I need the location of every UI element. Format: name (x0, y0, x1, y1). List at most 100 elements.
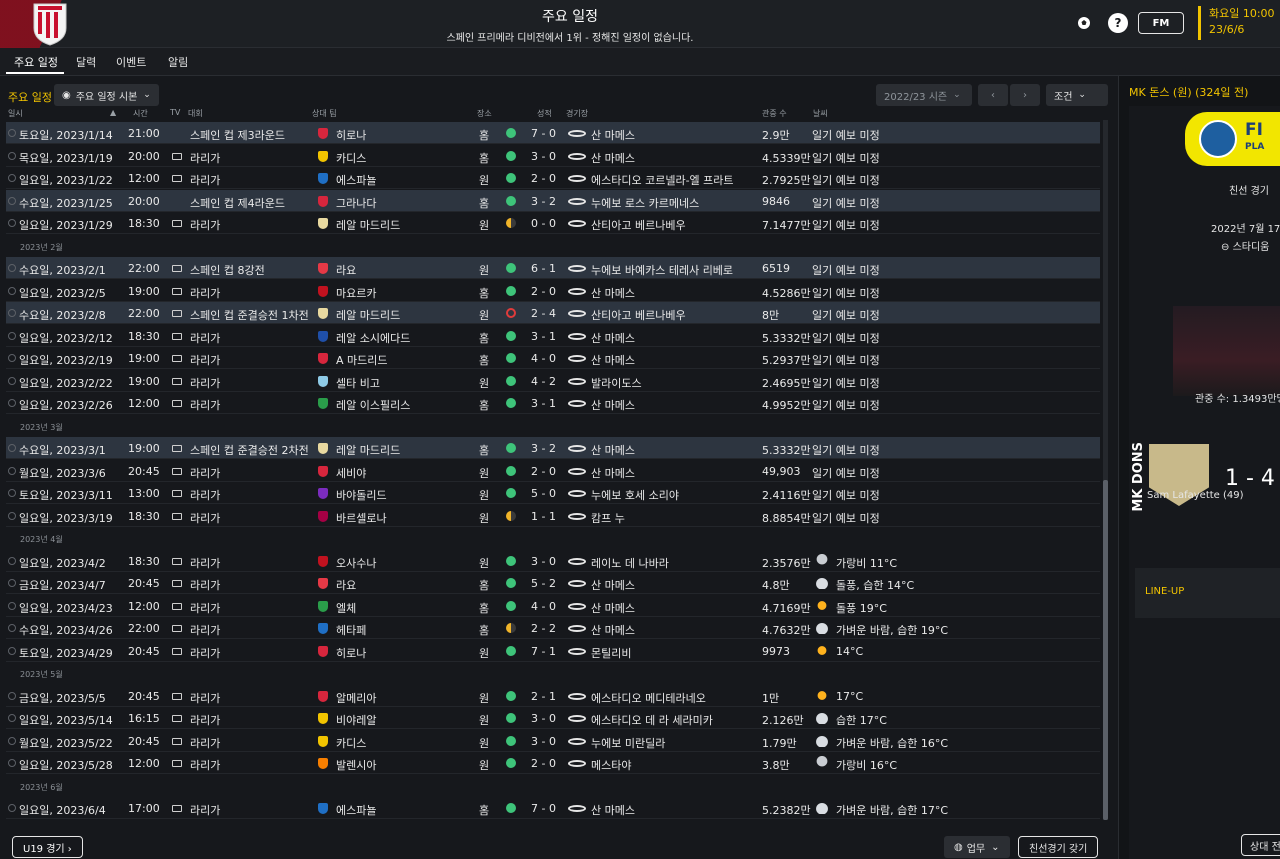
goal-scorer: Sam Lafayette (49) (1147, 490, 1244, 501)
team-crest-icon[interactable] (318, 285, 328, 297)
col-attendance[interactable]: 관중 수 (762, 108, 787, 119)
fixture-row[interactable]: 토요일, 2023/1/14 21:00 스페인 컵 제3라운드 히로나 홈 7 - 0 산… (6, 122, 1100, 144)
scrollbar[interactable] (1103, 120, 1108, 820)
fixture-row[interactable]: 수요일, 2023/4/26 22:00 라리가 헤타페 홈 2 - 2 산 마메스 4.76… (6, 617, 1100, 639)
fixture-opponent: 히로나 (336, 646, 367, 660)
current-date: 23/6/6 (1209, 23, 1245, 36)
team-crest-icon[interactable] (318, 803, 328, 814)
arrange-friendly-button[interactable]: 친선경기 갖기 (1018, 836, 1099, 858)
col-stadium[interactable]: 경기장 (566, 108, 588, 119)
u19-matches-button[interactable]: U19 경기 › (12, 836, 83, 858)
next-button[interactable]: › (1010, 84, 1040, 106)
fixture-row[interactable]: 일요일, 2023/4/2 18:30 라리가 오사수나 원 3 - 0 레이노 데 나바라… (6, 550, 1100, 572)
team-crest-icon[interactable] (318, 690, 328, 702)
result-indicator-icon (506, 330, 516, 341)
col-tv[interactable]: TV (170, 108, 180, 117)
fixture-row[interactable]: 일요일, 2023/5/28 12:00 라리가 발렌시아 원 2 - 0 메스타야 3.8만… (6, 752, 1100, 774)
prev-button[interactable]: ‹ (978, 84, 1008, 106)
business-button[interactable]: ◍ 업무 ⌄ (944, 836, 1010, 858)
team-crest-icon[interactable] (318, 218, 328, 229)
fixture-stadium: 캄프 누 (591, 511, 625, 525)
team-crest-icon[interactable] (318, 578, 328, 589)
team-crest-icon[interactable] (318, 353, 328, 364)
fixture-competition: 라리가 (190, 624, 221, 637)
team-crest-icon[interactable] (318, 195, 328, 207)
team-crest-icon[interactable] (318, 645, 328, 657)
fixture-row[interactable]: 일요일, 2023/2/26 12:00 라리가 레알 이스필리스 홈 3 - 1 산 마메… (6, 392, 1100, 414)
team-crest-icon[interactable] (318, 465, 328, 477)
col-date[interactable]: 일시 (8, 108, 23, 119)
team-crest-icon[interactable] (318, 173, 328, 184)
view-button[interactable]: ◉ 주요 일정 시본 ⌄ (54, 84, 159, 106)
fixture-row[interactable]: 월요일, 2023/3/6 20:45 라리가 세비야 원 2 - 0 산 마메스 49,90… (6, 460, 1100, 482)
team-crest-icon[interactable] (318, 308, 328, 319)
fixture-row[interactable]: 일요일, 2023/5/14 16:15 라리가 비야레알 원 3 - 0 에스타디오 데 … (6, 707, 1100, 729)
fixture-row[interactable]: 일요일, 2023/4/23 12:00 라리가 엘체 홈 4 - 0 산 마메스 4.716… (6, 595, 1100, 617)
season-select[interactable]: 2022/23 시즌 ⌄ (876, 84, 972, 106)
fixture-row[interactable]: 금요일, 2023/4/7 20:45 라리가 라요 홈 5 - 2 산 마메스 4.8만 돌풍… (6, 572, 1100, 594)
team-crest-icon[interactable] (318, 600, 328, 612)
team-crest-icon[interactable] (318, 623, 328, 634)
team-crest-icon[interactable] (318, 555, 328, 567)
col-competition[interactable]: 대회 (188, 108, 203, 119)
team-crest-icon[interactable] (318, 713, 328, 724)
fm-button[interactable]: FM (1138, 12, 1184, 34)
fixture-row[interactable]: 일요일, 2023/1/29 18:30 라리가 레알 마드리드 원 0 - 0 산티아고 … (6, 212, 1100, 234)
fixture-row[interactable]: 일요일, 2023/6/4 17:00 라리가 에스파뇰 홈 7 - 0 산 마메스 5.23… (6, 797, 1100, 819)
date-box[interactable]: 화요일 10:00 23/6/6 (1198, 6, 1278, 40)
team-crest-icon[interactable] (318, 758, 328, 769)
col-time[interactable]: 시간 (133, 108, 148, 119)
fixture-competition: 스페인 컵 준결승전 1차전 (190, 309, 309, 322)
fixture-row[interactable]: 수요일, 2023/1/25 20:00 스페인 컵 제4라운드 그라나다 홈 3 - 2… (6, 189, 1100, 212)
team-crest-icon[interactable] (318, 150, 328, 162)
team-crest-icon[interactable] (318, 330, 328, 342)
fixture-row[interactable]: 토요일, 2023/3/11 13:00 라리가 바야돌리드 원 5 - 0 누에보 호세 … (6, 482, 1100, 504)
fixture-opponent: 에스파뇰 (336, 804, 377, 817)
team-crest-icon[interactable] (318, 510, 328, 522)
lineup-box[interactable]: LINE-UP (1135, 568, 1280, 618)
fixture-row[interactable]: 금요일, 2023/5/5 20:45 라리가 알메리아 원 2 - 1 에스타디오 메디테… (6, 685, 1100, 707)
fixture-row[interactable]: 일요일, 2023/2/12 18:30 라리가 레알 소시에다드 홈 3 - 1 산 마메… (6, 325, 1100, 347)
fixture-row[interactable]: 일요일, 2023/2/5 19:00 라리가 마요르카 홈 2 - 0 산 마메스 4.52… (6, 280, 1100, 302)
fixture-time: 18:30 (128, 329, 160, 343)
tab-events[interactable]: 이벤트 (116, 54, 146, 70)
team-crest-icon[interactable] (318, 488, 328, 499)
team-crest-icon[interactable] (318, 128, 328, 139)
club-crest-icon[interactable] (24, 2, 76, 46)
team-crest-icon[interactable] (318, 263, 328, 274)
ball-icon[interactable] (1074, 13, 1094, 33)
handshake-icon (1199, 120, 1237, 158)
fixture-row[interactable]: 일요일, 2023/2/22 19:00 라리가 셀타 비고 원 4 - 2 발라이도스 2.… (6, 370, 1100, 392)
team-crest-icon[interactable] (318, 398, 328, 409)
fixture-row[interactable]: 수요일, 2023/2/8 22:00 스페인 컵 준결승전 1차전 레알 마드리드 원… (6, 302, 1100, 324)
fixture-row[interactable]: 목요일, 2023/1/19 20:00 라리가 카디스 홈 3 - 0 산 마메스 4.53… (6, 145, 1100, 167)
help-icon[interactable]: ? (1108, 13, 1128, 33)
tab-calendar[interactable]: 달력 (76, 54, 96, 70)
sort-arrow-icon[interactable]: ▲ (110, 108, 116, 117)
col-result[interactable]: 성적 (537, 108, 552, 119)
fixture-row[interactable]: 수요일, 2023/3/1 19:00 스페인 컵 준결승전 2차전 레알 마드리드 홈… (6, 437, 1100, 459)
opponent-button[interactable]: 상대 전 (1241, 834, 1280, 856)
fixture-row[interactable]: 일요일, 2023/1/22 12:00 라리가 에스파뇰 원 2 - 0 에스타디오 코르… (6, 167, 1100, 189)
stadium-icon (568, 332, 586, 340)
fixture-row[interactable]: 수요일, 2023/2/1 22:00 스페인 컵 8강전 라요 원 6 - 1 누에보 바… (6, 257, 1100, 279)
col-weather[interactable]: 날씨 (813, 108, 828, 119)
tab-fixtures[interactable]: 주요 일정 (14, 54, 58, 70)
fixture-row[interactable]: 일요일, 2023/3/19 18:30 라리가 바르셀로나 원 1 - 1 캄프 누 8.8… (6, 505, 1100, 527)
fixture-row[interactable]: 토요일, 2023/4/29 20:45 라리가 히로나 원 7 - 1 몬틸리비 9973 1… (6, 640, 1100, 662)
fixture-row[interactable]: 월요일, 2023/5/22 20:45 라리가 카디스 원 3 - 0 누에보 미란딜라 1… (6, 730, 1100, 752)
fixture-row[interactable]: 일요일, 2023/2/19 19:00 라리가 A 마드리드 홈 4 - 0 산 마메스 5… (6, 347, 1100, 369)
preview-title[interactable]: MK 돈스 (원) (324일 전) (1129, 84, 1248, 100)
fixture-opponent: 카디스 (336, 151, 367, 165)
team-crest-icon[interactable] (318, 375, 328, 387)
team-crest-icon[interactable] (318, 443, 328, 454)
fixture-date: 금요일, 2023/4/7 (19, 579, 106, 592)
filter-button[interactable]: 조건 ⌄ (1046, 84, 1108, 106)
scrollbar-thumb[interactable] (1103, 480, 1108, 820)
col-venue[interactable]: 장소 (477, 108, 492, 119)
tv-icon (172, 715, 182, 722)
team-crest-icon[interactable] (318, 735, 328, 747)
col-opponent[interactable]: 상대 팀 (312, 108, 337, 119)
fixture-opponent: 바르셀로나 (336, 511, 387, 525)
tab-notifications[interactable]: 알림 (168, 54, 188, 70)
